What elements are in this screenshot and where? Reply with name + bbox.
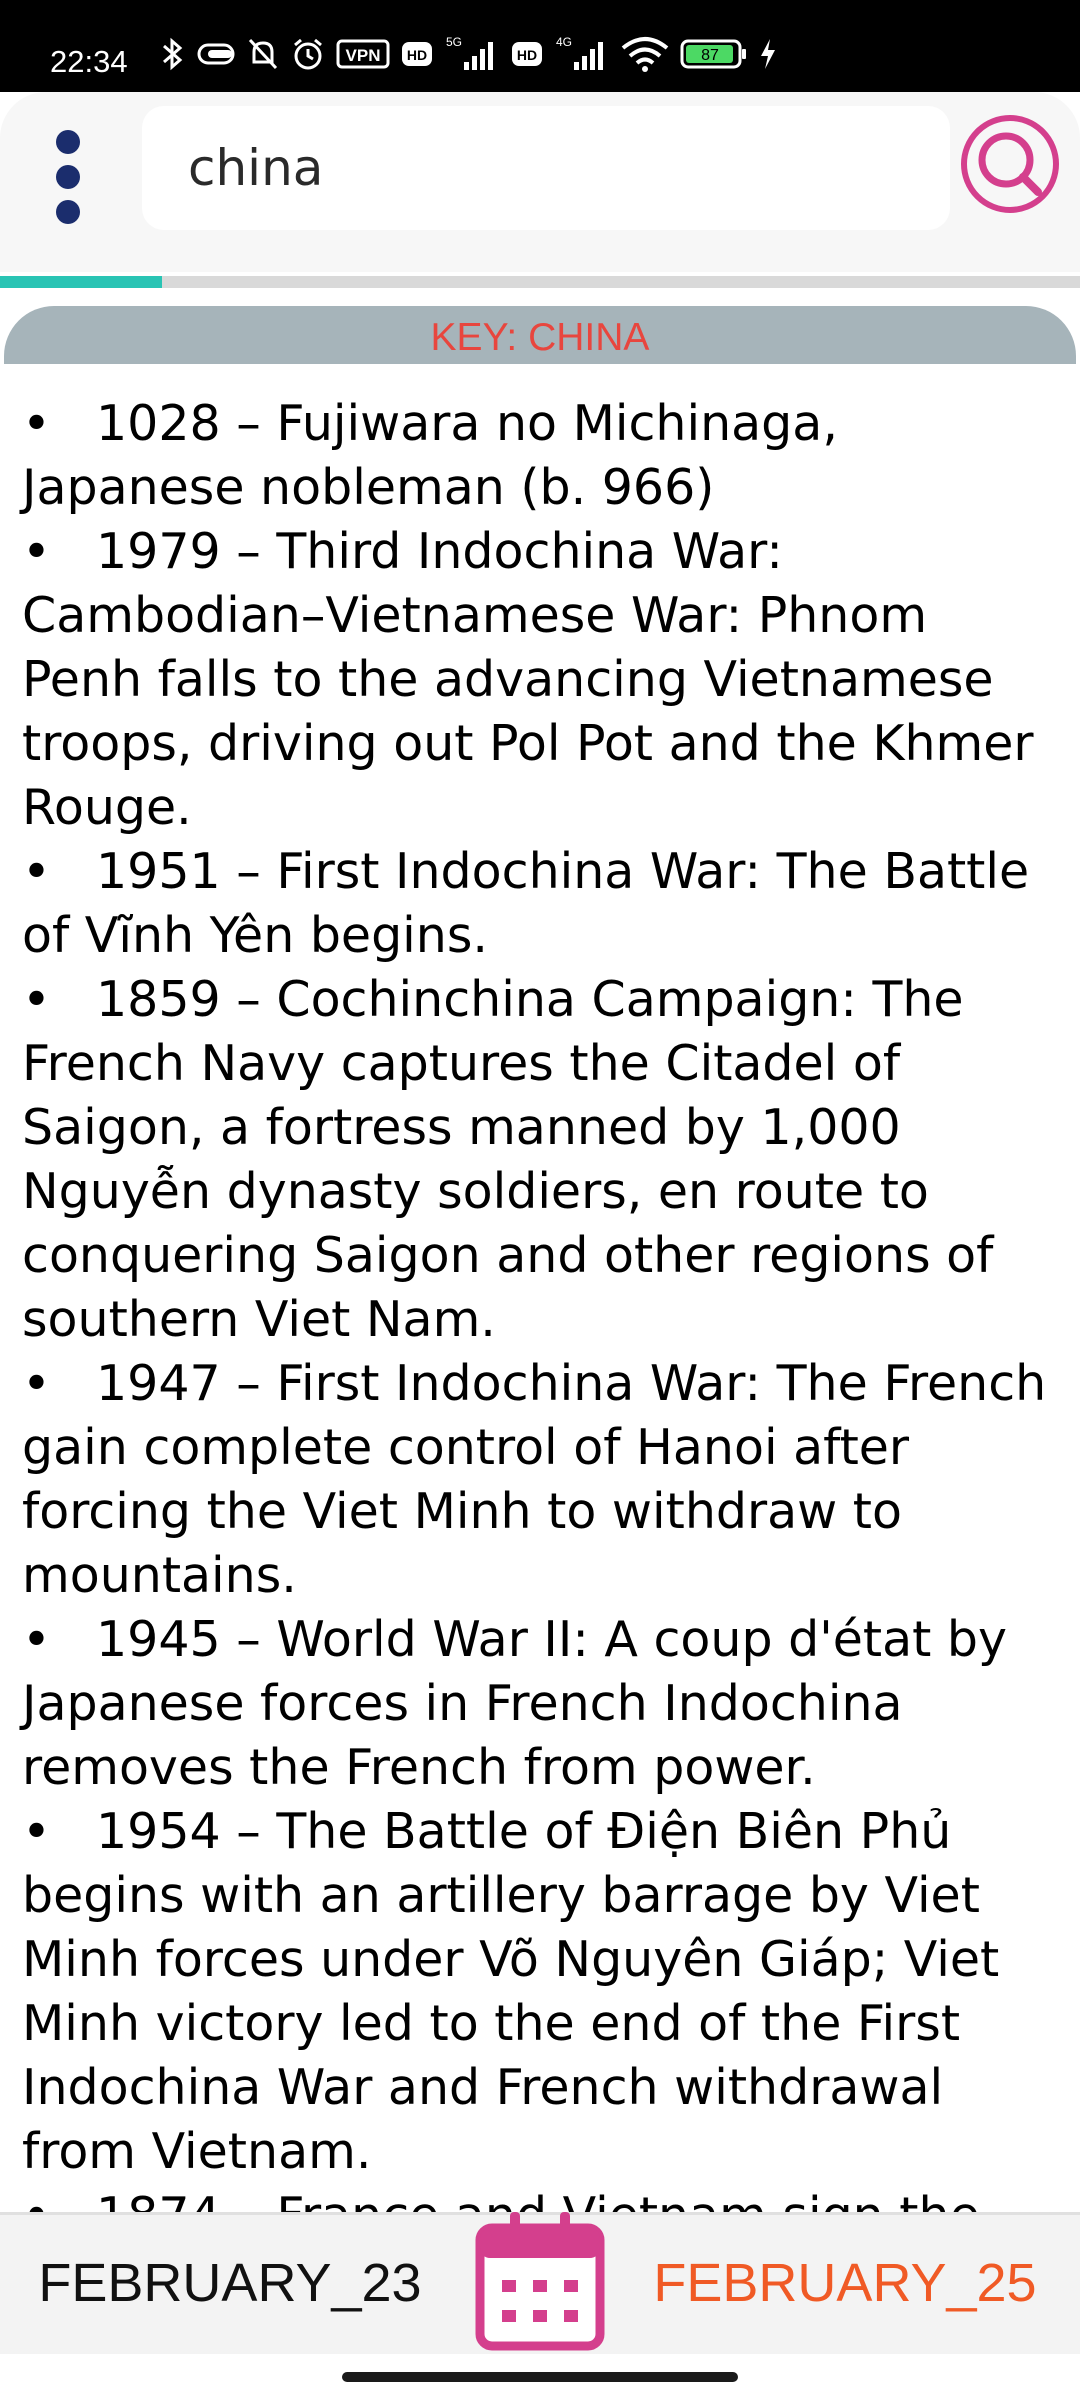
next-day-button[interactable]: FEBRUARY_25 xyxy=(610,2212,1080,2354)
menu-dot xyxy=(56,130,80,154)
bullet: • xyxy=(22,523,51,580)
bullet: • xyxy=(22,1355,51,1412)
hd-label-2: HD xyxy=(517,47,537,63)
event-text: 1947 – First Indochina War: The French g… xyxy=(22,1355,1047,1604)
search-button[interactable] xyxy=(958,112,1062,216)
list-item: • 1028 – Fujiwara no Michinaga, Japanese … xyxy=(22,392,1052,520)
bottom-nav-bar: FEBRUARY_23 FEBRUARY_25 xyxy=(0,2212,1080,2354)
event-text: 1859 – Cochinchina Campaign: The French … xyxy=(22,971,994,1348)
bluetooth-icon xyxy=(163,37,183,71)
search-input[interactable] xyxy=(188,130,908,206)
top-app-bar xyxy=(0,92,1080,272)
more-menu-button[interactable] xyxy=(44,122,94,232)
bullet: • xyxy=(22,971,51,1028)
charging-icon xyxy=(761,39,775,69)
list-item: • 1951 – First Indochina War: The Battle … xyxy=(22,840,1052,968)
alarm-icon xyxy=(294,38,322,70)
progress-bar xyxy=(0,276,1080,288)
event-text: 1945 – World War II: A coup d'état by Ja… xyxy=(22,1611,1007,1796)
calendar-button[interactable] xyxy=(472,2206,608,2354)
key-banner: KEY: CHINA xyxy=(4,306,1076,364)
key-label: KEY: CHINA xyxy=(430,316,650,359)
vpn-label: VPN xyxy=(346,46,381,65)
hd-icon-2: HD xyxy=(512,42,542,66)
battery-level: 87 xyxy=(701,47,719,64)
search-icon xyxy=(961,115,1059,213)
list-item: • 1954 – The Battle of Điện Biên Phủ begi… xyxy=(22,1800,1052,2184)
events-list: • 1028 – Fujiwara no Michinaga, Japanese … xyxy=(0,366,1080,2212)
event-text: 1979 – Third Indochina War: Cambodian–Vi… xyxy=(22,523,1034,836)
event-text: 1028 – Fujiwara no Michinaga, Japanese n… xyxy=(22,395,838,516)
signal-5g-label: 5G xyxy=(446,35,462,49)
list-item: • 1945 – World War II: A coup d'état by J… xyxy=(22,1608,1052,1800)
event-text: 1951 – First Indochina War: The Battle o… xyxy=(22,843,1030,964)
signal-5g-icon: 5G xyxy=(446,35,493,70)
hd-icon: HD xyxy=(402,42,432,66)
prev-day-button[interactable]: FEBRUARY_23 xyxy=(0,2212,460,2354)
wifi-icon xyxy=(621,37,669,72)
list-item: • 1859 – Cochinchina Campaign: The French… xyxy=(22,968,1052,1352)
status-bar: 22:34 VPN HD 5G HD 4G 87 xyxy=(0,0,1080,92)
calendar-icon xyxy=(475,2212,605,2351)
bullet: • xyxy=(22,1611,51,1668)
event-text: 1954 – The Battle of Điện Biên Phủ begin… xyxy=(22,1803,1000,2180)
mute-icon xyxy=(248,38,278,70)
events-content[interactable]: • 1028 – Fujiwara no Michinaga, Japanese … xyxy=(0,366,1080,2212)
status-time: 22:34 xyxy=(50,44,128,79)
bullet: • xyxy=(22,2184,96,2212)
progress-fill xyxy=(0,276,162,288)
hd-label: HD xyxy=(407,47,427,63)
link-icon xyxy=(197,43,235,65)
list-item: • 1979 – Third Indochina War: Cambodian–V… xyxy=(22,520,1052,840)
signal-4g-label: 4G xyxy=(556,35,572,49)
bullet: • xyxy=(22,395,51,452)
menu-dot xyxy=(56,165,80,189)
bullet: • xyxy=(22,843,51,900)
signal-4g-icon: 4G xyxy=(556,35,603,70)
search-box xyxy=(142,106,950,230)
battery-icon: 87 xyxy=(680,39,746,69)
bullet: • xyxy=(22,1803,51,1860)
status-icons: VPN HD 5G HD 4G 87 xyxy=(160,34,778,74)
vpn-icon: VPN xyxy=(336,39,390,69)
home-indicator[interactable] xyxy=(342,2372,738,2382)
list-item: • 1947 – First Indochina War: The French … xyxy=(22,1352,1052,1608)
menu-dot xyxy=(56,200,80,224)
